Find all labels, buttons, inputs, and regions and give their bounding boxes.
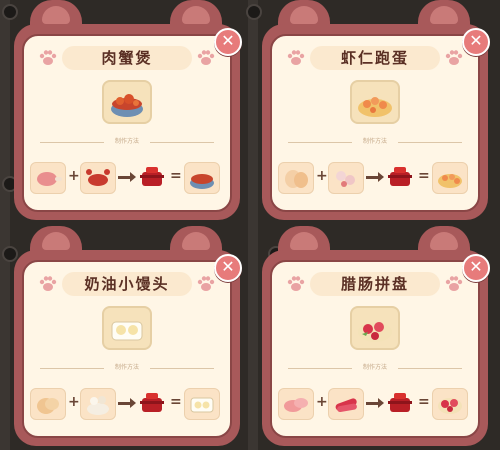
ingredient-slot[interactable]: [278, 162, 314, 194]
result-slot[interactable]: [432, 162, 468, 194]
recipe-formula: + =: [30, 384, 226, 424]
divider: [150, 368, 214, 369]
title-row: 肉蟹煲: [24, 44, 230, 72]
close-button[interactable]: ✕: [214, 28, 242, 56]
ingredient-slot[interactable]: [30, 162, 66, 194]
arrow: [366, 172, 384, 182]
card-panel: 腊肠拼盘 制作方法 + =: [270, 260, 480, 438]
recipe-formula: + =: [278, 384, 474, 424]
binder-ring: [246, 4, 262, 20]
cream-buns-icon: [190, 397, 214, 413]
method-label: 制作方法: [114, 138, 139, 145]
cream-buns-icon: [111, 321, 143, 341]
method-label: 制作方法: [114, 364, 139, 371]
paw-icon: [445, 276, 463, 291]
cooking-pot-icon: [140, 167, 164, 186]
sausage-icon: [335, 398, 357, 413]
plus-sign: +: [316, 394, 328, 410]
dish-preview: [350, 80, 400, 124]
binder-rail-middle: [248, 0, 258, 450]
card-panel: 奶油小馒头 制作方法 + =: [22, 260, 232, 438]
cooking-pot-icon: [388, 167, 412, 186]
card-frame: ✕ 肉蟹煲 制作方法 + =: [14, 24, 242, 220]
plus-sign: +: [316, 168, 328, 184]
card-panel: 肉蟹煲 制作方法 + =: [22, 34, 232, 212]
paw-icon: [287, 50, 305, 65]
divider: [398, 142, 462, 143]
card-frame: ✕ 腊肠拼盘 制作方法 + =: [262, 250, 490, 446]
recipe-card-shrimp-omelette: ✕ 虾仁跑蛋 制作方法 + =: [262, 0, 490, 220]
shrimp-icon: [336, 171, 355, 187]
card-frame: ✕ 奶油小馒头 制作方法 + =: [14, 250, 242, 446]
card-frame: ✕ 虾仁跑蛋 制作方法 + =: [262, 24, 490, 220]
ingredient-slot[interactable]: [328, 162, 364, 194]
dish-preview: [350, 306, 400, 350]
title-row: 虾仁跑蛋: [272, 44, 478, 72]
paw-icon: [197, 50, 215, 65]
crab-hotpot-icon: [111, 94, 143, 117]
paw-icon: [39, 50, 57, 65]
paw-icon: [445, 50, 463, 65]
egg-icon: [285, 170, 308, 188]
recipe-title: 肉蟹煲: [62, 46, 192, 70]
divider: [150, 142, 214, 143]
binder-rail-left: [0, 0, 10, 450]
ingredient-slot[interactable]: [328, 388, 364, 420]
sausage-platter-icon: [438, 398, 462, 414]
equals-sign: =: [170, 168, 182, 184]
cooking-pot-icon: [140, 393, 164, 412]
plus-sign: +: [68, 394, 80, 410]
title-row: 奶油小馒头: [24, 270, 230, 298]
paw-icon: [287, 276, 305, 291]
method-label: 制作方法: [362, 138, 387, 145]
method-label: 制作方法: [362, 364, 387, 371]
paw-icon: [39, 276, 57, 291]
equals-sign: =: [170, 394, 182, 410]
arrow: [118, 398, 136, 408]
ingredient-slot[interactable]: [80, 388, 116, 420]
meat-icon: [37, 172, 62, 186]
recipe-title: 腊肠拼盘: [310, 272, 440, 296]
recipe-formula: + =: [278, 158, 474, 198]
crab-hotpot-icon: [190, 174, 214, 189]
crab-icon: [86, 169, 110, 186]
dough-icon: [37, 398, 59, 414]
close-button[interactable]: ✕: [214, 254, 242, 282]
recipe-title: 奶油小馒头: [62, 272, 192, 296]
arrow: [366, 398, 384, 408]
shrimp-omelette-icon: [438, 174, 462, 188]
plus-sign: +: [68, 168, 80, 184]
result-slot[interactable]: [184, 388, 220, 420]
equals-sign: =: [418, 168, 430, 184]
recipe-card-sausage-platter: ✕ 腊肠拼盘 制作方法 + =: [262, 226, 490, 446]
flour-icon: [87, 396, 109, 415]
ingredient-slot[interactable]: [80, 162, 116, 194]
close-button[interactable]: ✕: [462, 254, 490, 282]
equals-sign: =: [418, 394, 430, 410]
shrimp-omelette-icon: [358, 97, 392, 117]
ingredient-slot[interactable]: [30, 388, 66, 420]
result-slot[interactable]: [184, 162, 220, 194]
dish-preview: [102, 80, 152, 124]
paw-icon: [197, 276, 215, 291]
recipe-card-crab-hotpot: ✕ 肉蟹煲 制作方法 + =: [14, 0, 242, 220]
arrow: [118, 172, 136, 182]
recipe-card-cream-buns: ✕ 奶油小馒头 制作方法 + =: [14, 226, 242, 446]
divider: [398, 368, 462, 369]
recipe-title: 虾仁跑蛋: [310, 46, 440, 70]
cooking-pot-icon: [388, 393, 412, 412]
card-panel: 虾仁跑蛋 制作方法 + =: [270, 34, 480, 212]
result-slot[interactable]: [432, 388, 468, 420]
close-button[interactable]: ✕: [462, 28, 490, 56]
pink-meat-icon: [284, 398, 308, 412]
dish-preview: [102, 306, 152, 350]
ingredient-slot[interactable]: [278, 388, 314, 420]
sausage-platter-icon: [358, 322, 392, 342]
recipe-formula: + =: [30, 158, 226, 198]
title-row: 腊肠拼盘: [272, 270, 478, 298]
